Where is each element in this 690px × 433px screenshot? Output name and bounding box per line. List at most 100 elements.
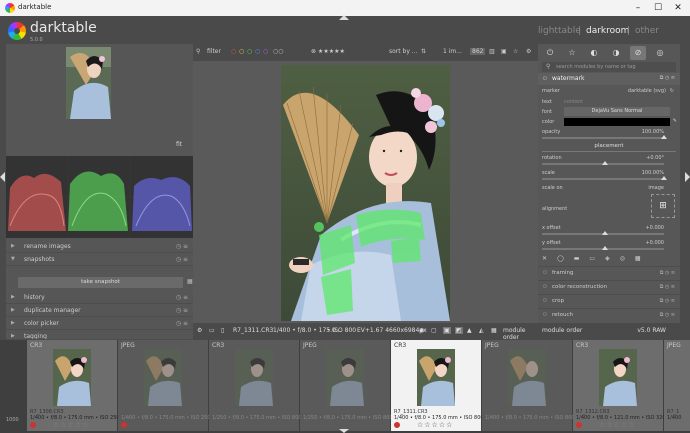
color-label-red-icon[interactable]: ○	[231, 48, 236, 55]
collections-icon[interactable]: ▥	[489, 48, 495, 55]
preferences-gear-icon[interactable]: ⚙	[526, 48, 531, 55]
module-power-icon[interactable]: ⏻	[543, 312, 547, 318]
filmstrip-thumbnail[interactable]: CR3 1/250 • f/8.0 • 175.0 mm • ISO 800	[209, 340, 302, 431]
color-picker-icon[interactable]: ✎	[673, 118, 677, 124]
filter-icon[interactable]: ⚲	[196, 48, 200, 55]
stars-overlay-icon[interactable]: ☆	[513, 48, 518, 55]
reject-icon[interactable]	[30, 422, 36, 428]
view-other[interactable]: other	[635, 26, 659, 36]
bottom-panel-toggle-icon[interactable]	[339, 429, 349, 433]
reject-icon[interactable]	[576, 422, 582, 428]
view-lighttable[interactable]: lighttable	[538, 26, 581, 36]
font-select-button[interactable]: DejaVu Sans Normal	[564, 107, 670, 116]
module-color-reconstruction[interactable]: ⏻ color reconstruction ⧉ ◷ ≡	[538, 280, 680, 293]
range-select[interactable]: 1 im...	[443, 48, 462, 55]
snapshot-grid-icon[interactable]: ▦	[187, 278, 193, 285]
text-input[interactable]: content	[564, 99, 583, 105]
filmstrip-thumbnail-selected[interactable]: CR3 R7_1311.CR3 1/400 • f/8.0 • 175.0 mm…	[391, 340, 484, 431]
marker-select[interactable]: darktable (svg)	[628, 88, 666, 94]
blend-mask-tools[interactable]: ✕◯▬▭◈◎▦	[542, 255, 676, 265]
reset-icon[interactable]: ◷ ≡	[176, 294, 188, 301]
filmstrip-thumbnail[interactable]: JPEG 1/400 • f/8.0 • 175.0 mm • ISO 800	[482, 340, 575, 431]
y-offset-slider[interactable]	[542, 246, 664, 250]
right-panel-toggle-icon[interactable]	[685, 172, 690, 182]
x-offset-slider[interactable]	[542, 231, 664, 235]
color-label-blue-icon[interactable]: ○	[255, 48, 260, 55]
module-history[interactable]: ▶ history ◷ ≡	[6, 291, 193, 304]
module-header-icons[interactable]: ⧉ ◷ ≡	[660, 75, 675, 81]
reject-icon[interactable]	[394, 422, 400, 428]
tab-tone-icon[interactable]: ◑	[608, 46, 624, 60]
module-color-picker[interactable]: ▶ color picker ◷ ≡	[6, 317, 193, 330]
filter-label[interactable]: filter	[207, 48, 221, 55]
color-filter-toggle-icon[interactable]: ○○	[273, 48, 283, 55]
main-image[interactable]	[281, 65, 450, 321]
reset-icon[interactable]: ◷ ≡	[176, 243, 188, 250]
tab-effects-icon[interactable]: ⊘	[630, 46, 646, 60]
close-icon[interactable]: ✕	[668, 2, 688, 14]
top-panel-toggle-icon[interactable]	[339, 15, 349, 20]
tab-color-icon[interactable]: ◎	[652, 46, 668, 60]
module-header-icons[interactable]: ⧉ ◷ ≡	[660, 270, 675, 276]
rating-stars[interactable]: ☆☆☆☆☆	[53, 421, 89, 429]
second-window-icon[interactable]: ▯	[221, 327, 224, 334]
opacity-slider[interactable]	[542, 135, 667, 139]
module-order-value[interactable]: v5.0 RAW	[637, 327, 666, 334]
softproof-icon[interactable]: ▲	[467, 327, 472, 334]
guides-icon[interactable]: ▦	[491, 327, 497, 334]
reject-icon[interactable]	[121, 422, 127, 428]
minimize-icon[interactable]: –	[628, 2, 648, 14]
view-darkroom[interactable]: darkroom	[586, 26, 629, 36]
filmstrip-thumbnail[interactable]: JPEG R7_1 1/400	[664, 340, 690, 431]
navigation-thumbnail[interactable]	[66, 47, 111, 119]
filmstrip-thumbnail[interactable]: CR3 R7_1312.CR3 1/400 • f/8.0 • 121.0 mm…	[573, 340, 666, 431]
grouping-icon[interactable]: ▣	[501, 48, 507, 55]
color-label-purple-icon[interactable]: ○	[263, 48, 268, 55]
quick-access-gear-icon[interactable]: ⚙	[197, 327, 202, 334]
zoom-fit-label[interactable]: fit	[176, 141, 182, 148]
color-label-yellow-icon[interactable]: ○	[239, 48, 244, 55]
module-tagging[interactable]: ▶ tagging	[6, 330, 193, 340]
rating-stars[interactable]: ☆☆☆☆☆	[599, 421, 635, 429]
alignment-center-icon[interactable]: ⊞	[659, 201, 667, 211]
watermark-module-header[interactable]: ⏻ watermark ⧉ ◷ ≡	[538, 73, 680, 85]
filmstrip-thumbnail[interactable]: CR3 R7_1308.CR3 1/400 • f/8.0 • 175.0 mm…	[27, 340, 120, 431]
alignment-grid[interactable]: ⊞	[651, 194, 675, 218]
module-crop[interactable]: ⏻ crop ⧉ ◷ ≡	[538, 294, 680, 307]
styles-icon[interactable]: ▭	[209, 327, 215, 334]
overexposed-indicator-icon[interactable]: ▣	[443, 327, 451, 334]
module-header-icons[interactable]: ⧉ ◷ ≡	[660, 298, 675, 304]
image-canvas[interactable]	[193, 61, 538, 323]
module-snapshots[interactable]: ▼ snapshots ◷ ≡	[6, 253, 193, 266]
scale-on-select[interactable]: image	[648, 185, 664, 191]
tab-active-modules-power-icon[interactable]: ⏻	[542, 46, 558, 60]
histogram[interactable]	[6, 156, 193, 238]
sort-order-icon[interactable]: ⇅	[421, 48, 426, 55]
maximize-icon[interactable]: ☐	[648, 2, 668, 14]
scale-slider[interactable]	[542, 176, 667, 180]
module-power-icon[interactable]: ⏻	[543, 76, 547, 82]
filmstrip-thumbnail[interactable]: JPEG 1/400 • f/8.0 • 175.0 mm • ISO 250	[118, 340, 211, 431]
tab-favorites-star-icon[interactable]: ☆	[564, 46, 580, 60]
rating-filter-icon[interactable]: ⊗ ★★★★★	[311, 48, 345, 55]
color-swatch[interactable]	[564, 118, 670, 126]
focus-peaking-icon[interactable]: ◉	[419, 327, 424, 334]
module-framing[interactable]: ⏻ framing ⧉ ◷ ≡	[538, 266, 680, 279]
clipping-indicator-icon[interactable]: ◩	[455, 327, 463, 334]
module-retouch[interactable]: ⏻ retouch ⧉ ◷ ≡	[538, 308, 680, 321]
module-power-icon[interactable]: ⏻	[543, 298, 547, 304]
gamut-check-icon[interactable]: ◭	[479, 327, 484, 334]
take-snapshot-button[interactable]: take snapshot	[18, 277, 183, 288]
module-rename-images[interactable]: ▶ rename images ◷ ≡	[6, 240, 193, 253]
color-assessment-icon[interactable]: ▢	[431, 327, 437, 334]
color-label-green-icon[interactable]: ○	[247, 48, 252, 55]
reset-icon[interactable]: ◷ ≡	[176, 320, 188, 327]
filmstrip-thumbnail[interactable]: JPEG 1/250 • f/8.0 • 175.0 mm • ISO 800	[300, 340, 393, 431]
tab-base-circle-icon[interactable]: ◐	[586, 46, 602, 60]
module-search-input[interactable]: search modules by name or tag	[542, 62, 676, 72]
module-power-icon[interactable]: ⏻	[543, 284, 547, 290]
reset-icon[interactable]: ◷ ≡	[176, 307, 188, 314]
sort-by-dropdown[interactable]: sort by ...	[389, 48, 418, 55]
module-header-icons[interactable]: ⧉ ◷ ≡	[660, 284, 675, 290]
rating-stars[interactable]: ☆☆☆☆☆	[417, 421, 453, 429]
